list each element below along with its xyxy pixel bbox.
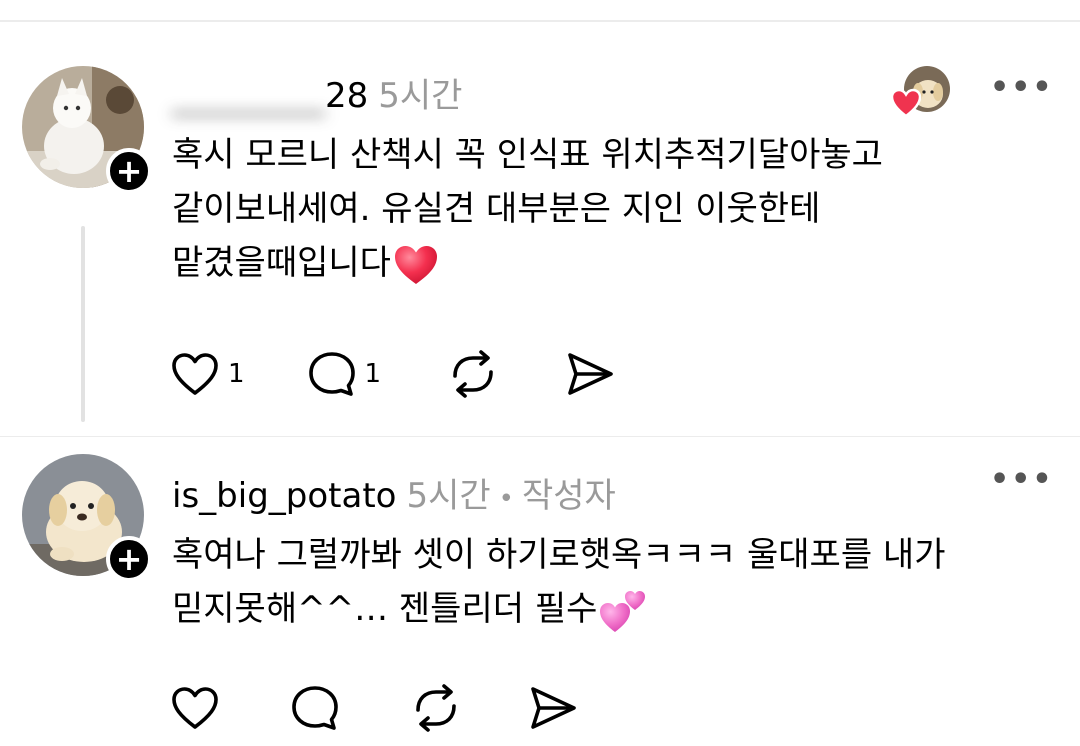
username[interactable]: is_big_potato [172,476,396,516]
more-options-button[interactable]: ••• [990,70,1054,105]
comment-line: 혹여나 그럴까봐 셋이 하기로햇옥ㅋㅋㅋ 울대포를 내가 [172,535,946,575]
heart-outline-icon [172,687,218,729]
share-button[interactable] [528,685,578,731]
share-button[interactable] [565,351,615,397]
like-count: 1 [228,359,245,389]
username-blurred[interactable]: _________ [172,76,325,116]
repost-button[interactable] [410,684,462,732]
comment-time: 5시간 [406,476,491,516]
author-badge: 작성자 [522,476,616,516]
heart-outline-icon [172,353,218,395]
comment-line: 맡겼을때입니다 [172,236,883,290]
repost-icon [416,684,456,732]
speech-bubble-icon [308,352,355,396]
comment-line-text: 맡겼을때입니다 [172,243,391,283]
comment-1-text: 혹시 모르니 산책시 꼭 인식표 위치추적기달아놓고 같이보내세여. 유실견 대… [172,128,883,290]
speech-bubble-icon [292,686,338,730]
comment-line: 혹시 모르니 산책시 꼭 인식표 위치추적기달아놓고 [172,135,883,175]
repost-button[interactable] [447,350,499,398]
comment-2-text: 혹여나 그럴까봐 셋이 하기로햇옥ㅋㅋㅋ 울대포를 내가 믿지못해^^… 젠틀리… [172,528,945,636]
comment-2-actions [170,684,578,732]
red-heart-emoji [394,245,437,284]
separator-dot: • [498,484,514,514]
repost-icon [453,350,493,398]
comment-line-text: 믿지못해^^… 젠틀리더 필수 [172,589,598,629]
like-button[interactable] [170,685,220,731]
like-button[interactable]: 1 [170,351,245,397]
top-divider [0,20,1080,22]
reply-count: 1 [364,359,382,389]
reply-button[interactable] [290,684,340,732]
comment-line: 믿지못해^^… 젠틀리더 필수 [172,582,945,636]
comment-2-header: is_big_potato 5시간 • 작성자 [172,468,616,517]
follow-plus-button[interactable]: + [106,536,152,582]
follow-plus-button[interactable]: + [106,148,152,194]
reply-thread-line [81,226,85,422]
send-icon [531,687,576,729]
more-options-button[interactable]: ••• [990,462,1054,497]
reply-button[interactable]: 1 [307,350,382,398]
comment-time: 5시간 [378,76,463,116]
comment-1-actions: 1 1 [170,350,615,398]
comment-divider [0,436,1080,437]
comment-line: 같이보내세여. 유실견 대부분은 지인 이웃한테 [172,189,821,229]
two-hearts-emoji [600,590,646,632]
liked-heart-icon [890,88,922,118]
send-icon [568,353,613,395]
comment-1-header: _________ 28 5시간 [172,68,462,117]
username-tail[interactable]: 28 [325,76,368,116]
